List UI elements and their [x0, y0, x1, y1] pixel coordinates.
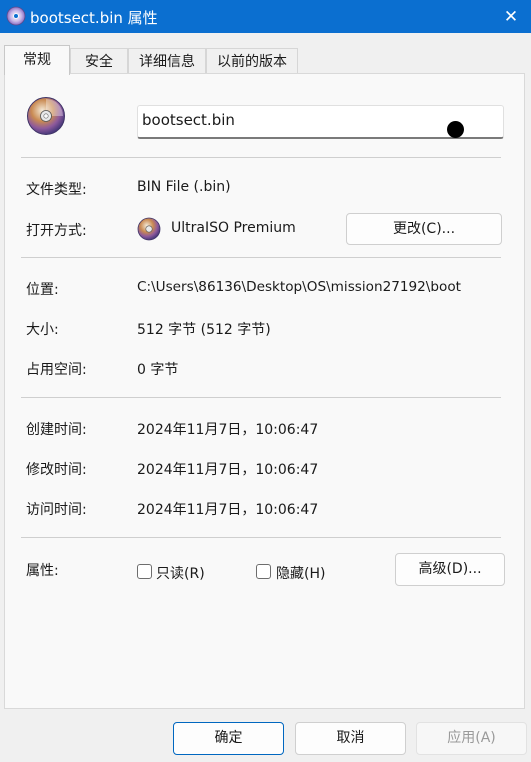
hidden-checkbox[interactable] — [256, 564, 271, 579]
open-with-label: 打开方式: — [26, 223, 87, 239]
accessed-value: 2024年11月7日，10:06:47 — [137, 502, 319, 518]
close-button[interactable]: ✕ — [491, 0, 531, 33]
accessed-label: 访问时间: — [26, 502, 87, 518]
divider — [21, 157, 501, 158]
divider — [21, 537, 501, 538]
created-value: 2024年11月7日，10:06:47 — [137, 422, 319, 438]
tab-details[interactable]: 详细信息 — [128, 48, 206, 74]
file-type-label: 文件类型: — [26, 182, 87, 198]
hidden-label[interactable]: 隐藏(H) — [276, 563, 325, 583]
close-icon: ✕ — [503, 6, 519, 27]
ultraiso-icon — [137, 217, 161, 241]
advanced-button[interactable]: 高级(D)... — [395, 553, 505, 586]
cancel-button[interactable]: 取消 — [295, 722, 406, 755]
size-value: 512 字节 (512 字节) — [137, 322, 271, 338]
divider — [21, 397, 501, 398]
tab-previous-versions[interactable]: 以前的版本 — [206, 48, 298, 74]
tab-security[interactable]: 安全 — [70, 48, 128, 74]
location-value: C:\Users\86136\Desktop\OS\mission27192\b… — [137, 279, 461, 295]
readonly-label[interactable]: 只读(R) — [156, 563, 205, 583]
ok-button[interactable]: 确定 — [173, 722, 284, 755]
created-label: 创建时间: — [26, 422, 87, 438]
general-panel — [4, 73, 525, 709]
modified-value: 2024年11月7日，10:06:47 — [137, 462, 319, 478]
open-with-value: UltraISO Premium — [171, 220, 296, 236]
attributes-label: 属性: — [26, 563, 59, 579]
title-bar: bootsect.bin 属性 ✕ — [0, 0, 531, 33]
readonly-checkbox[interactable] — [137, 564, 152, 579]
file-type-value: BIN File (.bin) — [137, 179, 231, 195]
change-button[interactable]: 更改(C)... — [346, 213, 502, 245]
tab-general[interactable]: 常规 — [4, 45, 70, 75]
size-on-disk-label: 占用空间: — [26, 362, 87, 378]
size-label: 大小: — [26, 322, 59, 338]
apply-button[interactable]: 应用(A) — [416, 722, 527, 755]
disc-icon — [6, 6, 26, 26]
mouse-cursor — [447, 121, 464, 138]
size-on-disk-value: 0 字节 — [137, 362, 179, 378]
divider — [21, 257, 501, 258]
location-label: 位置: — [26, 282, 59, 298]
disc-icon — [27, 97, 65, 135]
window-title: bootsect.bin 属性 — [30, 9, 158, 27]
modified-label: 修改时间: — [26, 462, 87, 478]
